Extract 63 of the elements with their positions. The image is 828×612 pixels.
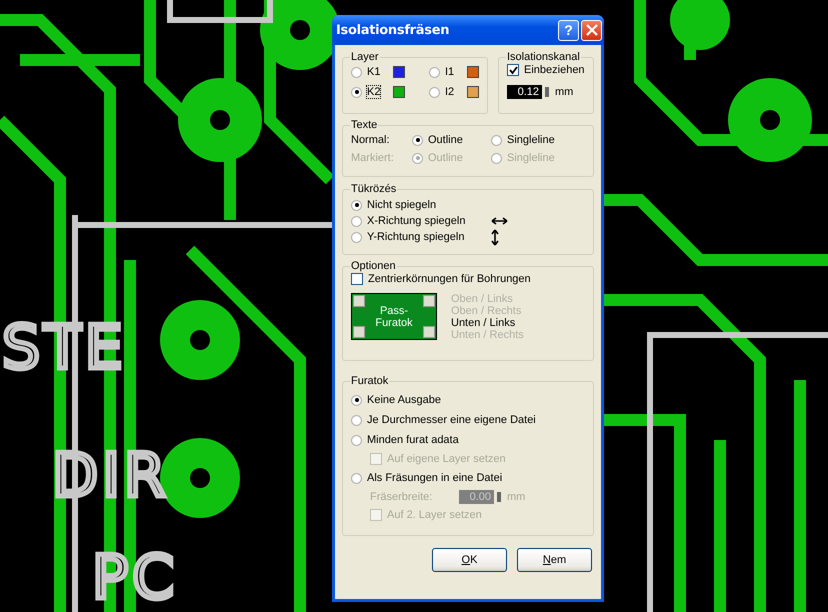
checkbox-label: Einbeziehen (524, 64, 585, 76)
dialog-button[interactable]: OK (432, 548, 507, 572)
option-label: Outline (428, 134, 463, 146)
position-option[interactable]: Unten / Rechts (451, 329, 524, 341)
option-label: I1 (445, 66, 454, 78)
radio-button[interactable] (351, 86, 362, 98)
group-label: Optionen (350, 260, 397, 272)
group-label: Texte (350, 119, 378, 131)
row-label: Normal: (351, 134, 391, 146)
option-label: Y-Richtung spiegeln (367, 231, 466, 243)
radio-button[interactable] (351, 232, 362, 242)
dialog-button[interactable]: Nem (517, 548, 592, 572)
option-label: Minden furat adata (367, 434, 459, 446)
option-label: X-Richtung spiegeln (367, 215, 466, 227)
radio-button[interactable] (351, 394, 362, 406)
checkbox[interactable] (351, 273, 363, 285)
corner-marker (423, 295, 435, 307)
option-label: Nicht spiegeln (367, 199, 438, 211)
horizontal-arrow-icon (491, 217, 508, 225)
corner-marker (353, 326, 365, 338)
unit-label: mm (555, 86, 574, 98)
position-option[interactable]: Unten / Links (451, 317, 524, 329)
help-button[interactable]: ? (558, 20, 579, 40)
row-label: Markiert: (351, 152, 395, 164)
position-option[interactable]: Oben / Rechts (451, 305, 524, 317)
checkbox[interactable] (507, 64, 519, 76)
corner-marker (353, 295, 365, 307)
checkbox-label: Zentrierkörnungen für Bohrungen (368, 273, 531, 285)
window-title: Isolationsfräsen (336, 22, 450, 38)
radio-button[interactable] (429, 66, 440, 78)
group-label: Isolationskanal (506, 51, 581, 63)
group-label: Furatok (350, 375, 390, 387)
option-label: K2 (367, 86, 380, 98)
corner-marker (423, 326, 435, 338)
radio-button[interactable] (412, 134, 423, 146)
position-option[interactable]: Oben / Links (451, 293, 524, 305)
unit-label: mm (507, 491, 526, 503)
option-label: Singleline (507, 152, 555, 164)
vertical-arrow-icon (491, 228, 499, 246)
checkbox-label: Auf eigene Layer setzen (387, 453, 506, 465)
radio-button[interactable] (351, 414, 362, 426)
checkbox-label: Auf 2. Layer setzen (387, 509, 482, 521)
radio-button[interactable] (351, 472, 362, 484)
radio-button[interactable] (429, 86, 440, 98)
option-label: Je Durchmesser eine eigene Datei (367, 414, 536, 426)
number-field[interactable]: 0.12 (507, 85, 542, 99)
radio-button[interactable] (491, 134, 502, 146)
board-label: Pass-Furatok (374, 304, 414, 328)
group-label: Layer (350, 51, 380, 63)
option-label: I2 (445, 86, 454, 98)
close-button[interactable] (581, 20, 602, 40)
option-label: K1 (367, 66, 380, 78)
radio-button[interactable] (351, 200, 362, 210)
option-label: Keine Ausgabe (367, 394, 442, 406)
option-label: Als Fräsungen in eine Datei (367, 472, 502, 484)
field-label: Fräserbreite: (370, 491, 434, 503)
radio-button[interactable] (351, 216, 362, 226)
option-label: Outline (428, 152, 463, 164)
radio-button[interactable] (351, 66, 362, 78)
option-label: Singleline (507, 134, 555, 146)
radio-button[interactable] (351, 434, 362, 446)
close-icon (586, 24, 598, 36)
group-label: Tükrözés (350, 183, 398, 195)
